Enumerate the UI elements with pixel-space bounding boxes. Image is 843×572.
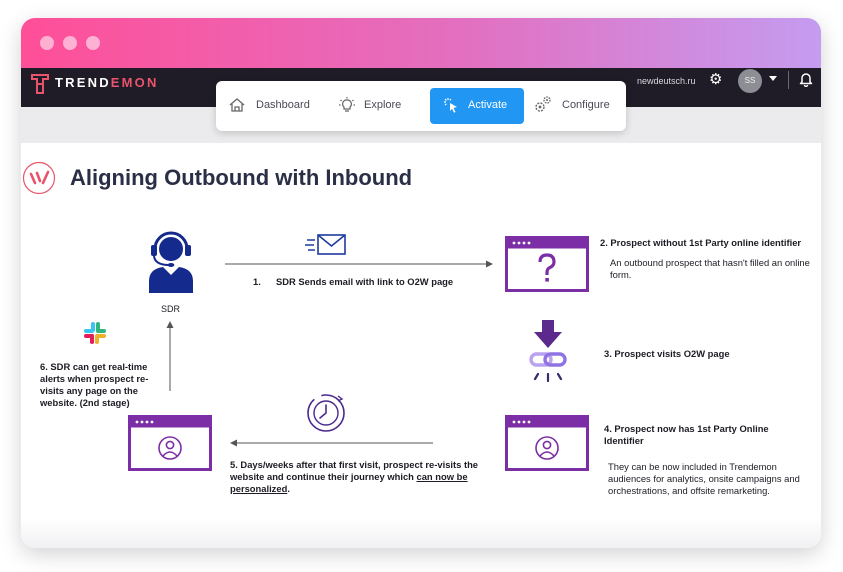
content-bottom-fade [21,518,821,548]
lightbulb-icon [339,97,355,112]
sdr-headset-person-icon [149,231,193,293]
tab-configure-label: Configure [562,99,610,111]
tab-activate-label: Activate [468,99,508,111]
tab-activate[interactable]: Activate [430,88,524,124]
step-1-text: SDR Sends email with link to O2W page [276,276,454,287]
step-3-title: 3. Prospect visits O2W page [604,348,730,359]
window-maximize-dot[interactable] [86,36,100,50]
email-envelope-icon [305,234,346,255]
window-titlebar [21,18,821,68]
main-nav-tabs: Dashboard Explore Activate Configure [216,81,626,131]
step-4-title: 4. Prospect now has 1st Party Online Ide… [604,423,769,446]
tab-explore[interactable]: Explore [328,88,418,124]
account-domain[interactable]: newdeutsch.ru [637,76,696,86]
step-5-text: 5. Days/weeks after that first visit, pr… [230,459,479,494]
slack-icon [84,322,106,344]
window-minimize-dot[interactable] [63,36,77,50]
step-2-description: An outbound prospect that hasn't filled … [610,257,810,280]
brand-wordmark[interactable]: TRENDEMON [55,75,159,90]
home-icon [229,98,245,112]
tab-explore-label: Explore [364,99,402,111]
page-title: Aligning Outbound with Inbound [70,165,413,190]
tab-dashboard[interactable]: Dashboard [224,88,322,124]
browser-unknown-prospect-icon [505,236,589,292]
sdr-label: SDR [161,304,181,314]
navbar-divider [788,71,789,89]
notifications-bell-icon[interactable] [799,71,813,87]
link-chain-icon [529,320,567,383]
step-2-title: 2. Prospect without 1st Party online ide… [600,237,802,248]
tab-dashboard-label: Dashboard [256,99,310,111]
time-clock-icon [307,394,345,432]
browser-revisit-icon [128,415,212,471]
gears-icon [535,96,551,112]
user-avatar[interactable]: SS [738,69,762,93]
settings-gear-icon[interactable]: ⚙ [709,72,725,88]
arrow-to-sdr [166,321,174,391]
tab-configure[interactable]: Configure [528,88,620,124]
window-close-dot[interactable] [40,36,54,50]
user-menu-chevron-down-icon[interactable] [769,76,777,81]
browser-identified-prospect-icon [505,415,589,471]
step-6-text: 6. SDR can get real-time alerts when pro… [40,361,149,408]
arrow-to-prospect [225,260,493,268]
step-1-number: 1. [253,276,261,287]
step-4-description: They can be now included in Trendemon au… [608,461,800,496]
trendemon-logo-icon[interactable] [30,73,50,95]
arrow-to-revisit [230,439,433,447]
trendemon-swirl-logo-icon [22,161,56,195]
cursor-click-icon [444,98,457,113]
